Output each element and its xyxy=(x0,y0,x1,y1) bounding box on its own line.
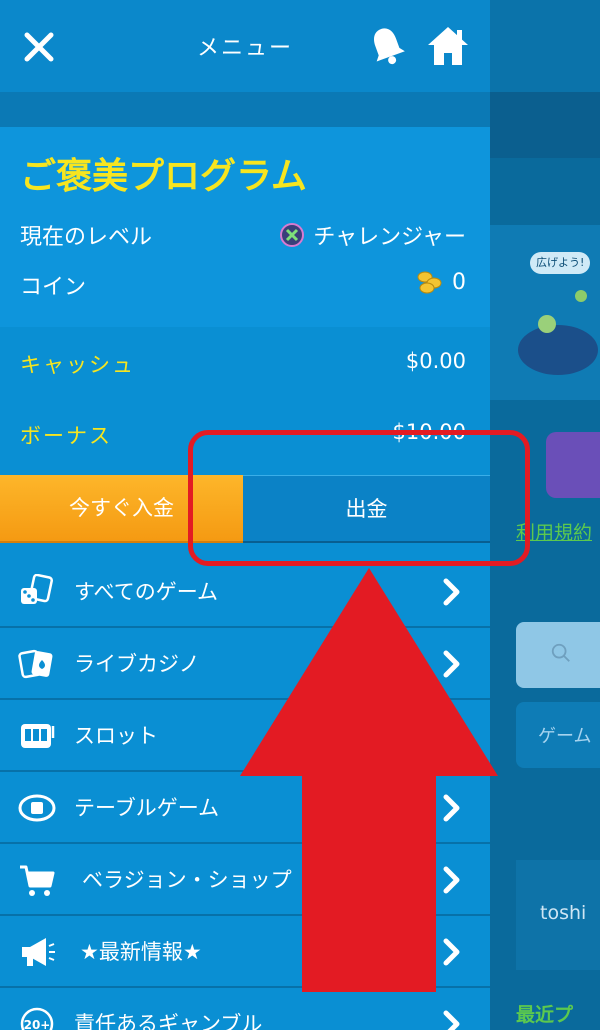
nav-item-label: 責任あるギャンブル xyxy=(74,1012,263,1030)
nav-item-slots[interactable]: スロット xyxy=(0,700,490,772)
nav-menu: すべてのゲーム ライブカジノ スロット テーブルゲーム ベラジョン・ショップ ★… xyxy=(0,556,490,1030)
header-divider xyxy=(0,92,490,127)
chevron-right-icon xyxy=(443,1010,460,1030)
background-page: 広げよう! 利用規約 ゲーム toshi 最近プ xyxy=(490,0,600,1030)
chevron-right-icon xyxy=(443,866,460,894)
terms-link[interactable]: 利用規約 xyxy=(516,518,592,545)
nav-item-table-games[interactable]: テーブルゲーム xyxy=(0,772,490,844)
bonus-label: ボーナス xyxy=(20,424,112,448)
cash-value: $0.00 xyxy=(405,349,466,373)
promo-disc-graphic xyxy=(518,325,598,375)
nav-item-label: すべてのゲーム xyxy=(74,580,219,604)
promo-badge: 広げよう! xyxy=(530,252,590,274)
balance-panel: キャッシュ $0.00 ボーナス $10.00 xyxy=(0,327,490,475)
promo-coin-graphic xyxy=(575,290,587,302)
promo-button[interactable] xyxy=(546,432,600,498)
menu-title: メニュー xyxy=(196,36,293,61)
coin-label: コイン xyxy=(20,275,87,300)
coin-count: 0 xyxy=(452,269,466,295)
chevron-right-icon xyxy=(443,650,460,678)
age-20-icon: 20+ xyxy=(20,1007,54,1030)
slot-machine-icon xyxy=(21,724,55,748)
nav-item-label: スロット xyxy=(74,724,158,748)
recent-games-heading: 最近プ xyxy=(516,1004,574,1026)
cash-label: キャッシュ xyxy=(20,353,135,377)
deposit-now-button[interactable]: 今すぐ入金 xyxy=(0,475,243,543)
background-header xyxy=(490,0,600,92)
rewards-program-panel[interactable]: ご褒美プログラム 現在のレベル チャレンジャー コイン 0 xyxy=(0,127,490,327)
playing-cards-icon xyxy=(18,649,53,679)
current-level-value: チャレンジャー xyxy=(279,219,466,251)
level-badge-icon xyxy=(280,223,305,247)
chevron-right-icon xyxy=(443,794,460,822)
game-filter-label: ゲーム xyxy=(538,726,592,747)
rewards-program-title: ご褒美プログラム xyxy=(20,156,307,197)
coin-value: 0 xyxy=(416,269,466,295)
search-icon xyxy=(551,643,570,662)
nav-item-label: ベラジョン・ショップ xyxy=(82,868,292,892)
drawer-header: メニュー xyxy=(0,0,490,92)
nav-item-label: ライブカジノ xyxy=(74,652,200,676)
side-menu-drawer: メニュー ご褒美プログラム 現在のレベル チャレンジャー コイン 0 キャッシュ… xyxy=(0,0,490,1030)
shopping-cart-icon xyxy=(20,865,55,896)
bonus-value: $10.00 xyxy=(392,420,466,444)
megaphone-icon xyxy=(22,938,55,966)
nav-item-responsible-gambling[interactable]: 20+ 責任あるギャンブル xyxy=(0,988,490,1030)
withdraw-button[interactable]: 出金 xyxy=(243,475,490,543)
nav-item-label: テーブルゲーム xyxy=(74,796,220,820)
home-icon[interactable] xyxy=(426,24,470,68)
table-game-icon xyxy=(18,794,56,822)
bell-icon[interactable] xyxy=(368,24,406,68)
chevron-right-icon xyxy=(443,578,460,606)
nav-item-all-games[interactable]: すべてのゲーム xyxy=(0,556,490,628)
nav-item-news[interactable]: ★最新情報★ xyxy=(0,916,490,988)
coins-icon xyxy=(417,271,442,294)
nav-item-label: ★最新情報★ xyxy=(80,940,202,964)
chevron-right-icon xyxy=(443,938,460,966)
nav-item-verajohn-shop[interactable]: ベラジョン・ショップ xyxy=(0,844,490,916)
nav-item-live-casino[interactable]: ライブカジノ xyxy=(0,628,490,700)
dice-cards-icon xyxy=(21,574,53,604)
level-name: チャレンジャー xyxy=(313,225,466,250)
user-name: toshi xyxy=(540,902,587,924)
background-subheader xyxy=(490,92,600,158)
svg-text:20+: 20+ xyxy=(24,1018,51,1030)
promo-coin-graphic xyxy=(538,315,556,333)
current-level-label: 現在のレベル xyxy=(20,225,153,250)
